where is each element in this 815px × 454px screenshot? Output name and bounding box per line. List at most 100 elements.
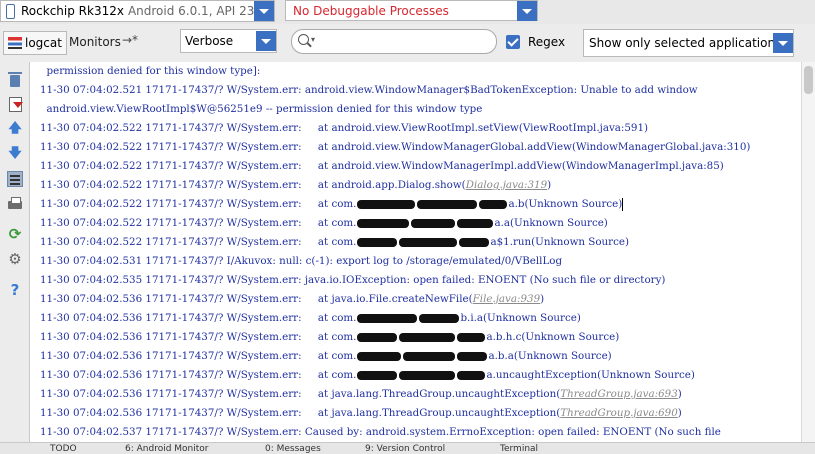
trash-icon[interactable] xyxy=(7,72,23,88)
log-line-text: 11-30 07:04:02.522 17171-17437/? W/Syste… xyxy=(40,160,724,172)
redacted-mark xyxy=(399,237,458,247)
log-line-tail: a.b.h.c(Unknown Source) xyxy=(486,331,620,343)
source-link[interactable]: ThreadGroup.java:690 xyxy=(560,407,678,419)
filter-value: Show only selected application xyxy=(589,36,776,50)
text-cursor xyxy=(622,197,624,211)
log-line-tail: a.uncaughtException(Unknown Source) xyxy=(486,369,695,381)
tab-monitors[interactable]: Monitors xyxy=(69,35,121,49)
print-icon[interactable] xyxy=(7,196,23,212)
log-line-text: 11-30 07:04:02.521 17171-17437/? W/Syste… xyxy=(40,84,698,96)
chevron-down-icon[interactable] xyxy=(254,1,274,21)
log-line-tail: a.b.a(Unknown Source) xyxy=(488,350,612,362)
redacted-mark xyxy=(457,332,486,342)
redacted-mark xyxy=(479,199,508,209)
redacted-mark xyxy=(357,370,398,380)
log-line-tail: a$1.run(Unknown Source) xyxy=(490,236,629,248)
redacted-mark xyxy=(457,351,488,361)
log-line-text: android.view.ViewRootImpl$W@56251e9 -- p… xyxy=(40,103,483,115)
logcat-output[interactable]: permission denied for this window type]:… xyxy=(30,62,801,442)
process-selector[interactable]: No Debuggable Processes xyxy=(285,0,538,21)
log-line-text: 11-30 07:04:02.537 17171-17437/? W/Syste… xyxy=(40,426,721,438)
device-selector[interactable]: Rockchip Rk312x Android 6.0.1, API 23 xyxy=(0,0,275,22)
log-line-text: 11-30 07:04:02.522 17171-17437/? W/Syste… xyxy=(40,141,751,153)
log-level-select[interactable]: Verbose xyxy=(180,29,277,53)
log-line-text: 11-30 07:04:02.536 17171-17437/? W/Syste… xyxy=(40,350,357,362)
scrollbar-thumb[interactable] xyxy=(804,66,813,94)
log-line: 11-30 07:04:02.536 17171-17437/? W/Syste… xyxy=(40,328,619,347)
source-link[interactable]: Dialog.java:319 xyxy=(466,179,547,191)
log-line: 11-30 07:04:02.536 17171-17437/? W/Syste… xyxy=(40,404,682,423)
log-line: 11-30 07:04:02.521 17171-17437/? W/Syste… xyxy=(40,81,698,100)
gear-icon[interactable]: ⚙ xyxy=(7,251,23,267)
log-line-tail: ) xyxy=(540,293,545,305)
log-line-tail: a.b(Unknown Source) xyxy=(508,198,623,210)
device-name-label: Rockchip Rk312x Android 6.0.1, API 23 xyxy=(21,4,255,18)
log-line: 11-30 07:04:02.536 17171-17437/? W/Syste… xyxy=(40,385,682,404)
log-line-text: 11-30 07:04:02.536 17171-17437/? W/Syste… xyxy=(40,293,473,305)
redacted-mark xyxy=(357,332,398,342)
log-line: 11-30 07:04:02.522 17171-17437/? W/Syste… xyxy=(40,176,551,195)
log-line-tail: ) xyxy=(677,407,682,419)
search-input[interactable]: ▾ xyxy=(291,29,497,54)
redacted-mark xyxy=(399,332,456,342)
help-icon[interactable]: ? xyxy=(7,282,23,298)
restore-layout-icon[interactable]: →* xyxy=(122,33,138,47)
log-line-text: 11-30 07:04:02.536 17171-17437/? W/Syste… xyxy=(40,407,561,419)
filter-select[interactable]: Show only selected application xyxy=(583,29,794,57)
chevron-down-icon[interactable] xyxy=(773,33,793,53)
log-line: 11-30 07:04:02.535 17171-17437/? W/Syste… xyxy=(40,271,665,290)
log-line-tail: ) xyxy=(677,388,682,400)
log-line-text: 11-30 07:04:02.522 17171-17437/? W/Syste… xyxy=(40,198,357,210)
log-line: 11-30 07:04:02.536 17171-17437/? W/Syste… xyxy=(40,309,581,328)
redacted-mark xyxy=(357,199,416,209)
vertical-scrollbar[interactable] xyxy=(801,62,815,442)
log-line: 11-30 07:04:02.522 17171-17437/? W/Syste… xyxy=(40,195,624,214)
log-line-text: 11-30 07:04:02.522 17171-17437/? W/Syste… xyxy=(40,122,649,134)
log-line-text: 11-30 07:04:02.531 17171-17437/? I/Akuvo… xyxy=(40,255,563,267)
restart-icon[interactable]: ⟳ xyxy=(7,226,23,242)
log-line-text: 11-30 07:04:02.522 17171-17437/? W/Syste… xyxy=(40,179,466,191)
log-line: 11-30 07:04:02.522 17171-17437/? W/Syste… xyxy=(40,157,724,176)
redacted-mark xyxy=(357,313,418,323)
log-line-tail: a.a(Unknown Source) xyxy=(494,217,608,229)
redacted-mark xyxy=(457,370,486,380)
up-arrow-icon[interactable]: 🡅 xyxy=(7,121,23,137)
logcat-icon xyxy=(8,37,22,49)
log-line-text: 11-30 07:04:02.536 17171-17437/? W/Syste… xyxy=(40,369,357,381)
regex-checkbox[interactable] xyxy=(506,35,520,49)
redacted-mark xyxy=(403,351,456,361)
source-link[interactable]: File.java:939 xyxy=(473,293,541,305)
redacted-mark xyxy=(357,351,402,361)
log-line: 11-30 07:04:02.522 17171-17437/? W/Syste… xyxy=(40,119,648,138)
log-line: 11-30 07:04:02.536 17171-17437/? W/Syste… xyxy=(40,347,612,366)
device-bar: Rockchip Rk312x Android 6.0.1, API 23 No … xyxy=(0,0,815,25)
phone-icon xyxy=(6,4,15,19)
chevron-down-icon[interactable] xyxy=(256,31,276,51)
log-line: android.view.ViewRootImpl$W@56251e9 -- p… xyxy=(40,100,483,119)
log-line: 11-30 07:04:02.522 17171-17437/? W/Syste… xyxy=(40,214,608,233)
log-line-tail: ) xyxy=(547,179,552,191)
tab-logcat-label: logcat xyxy=(25,36,62,50)
log-line: 11-30 07:04:02.537 17171-17437/? W/Syste… xyxy=(40,423,721,442)
log-line-text: 11-30 07:04:02.536 17171-17437/? W/Syste… xyxy=(40,388,561,400)
process-label: No Debuggable Processes xyxy=(293,4,449,18)
log-line: 11-30 07:04:02.536 17171-17437/? W/Syste… xyxy=(40,290,544,309)
chevron-down-icon[interactable] xyxy=(517,1,537,21)
tab-logcat[interactable]: logcat xyxy=(3,31,67,55)
down-arrow-icon[interactable]: 🡇 xyxy=(7,146,23,162)
search-icon xyxy=(298,34,309,45)
log-line-text: 11-30 07:04:02.536 17171-17437/? W/Syste… xyxy=(40,312,357,324)
scroll-to-end-icon[interactable] xyxy=(7,96,23,112)
log-line: 11-30 07:04:02.536 17171-17437/? W/Syste… xyxy=(40,366,695,385)
device-api-label: Android 6.0.1, API 23 xyxy=(127,4,255,18)
redacted-mark xyxy=(357,218,410,228)
logcat-toolbar: logcat Monitors →* Verbose ▾ Regex Show … xyxy=(0,24,815,63)
log-line: 11-30 07:04:02.531 17171-17437/? I/Akuvo… xyxy=(40,252,562,271)
soft-wrap-icon[interactable] xyxy=(7,171,23,187)
log-line-tail: b.i.a(Unknown Source) xyxy=(460,312,581,324)
log-line: 11-30 07:04:02.522 17171-17437/? W/Syste… xyxy=(40,233,629,252)
source-link[interactable]: ThreadGroup.java:693 xyxy=(560,388,678,400)
log-line-text: 11-30 07:04:02.535 17171-17437/? W/Syste… xyxy=(40,274,666,286)
log-line: 11-30 07:04:02.522 17171-17437/? W/Syste… xyxy=(40,138,750,157)
regex-label: Regex xyxy=(528,35,566,49)
